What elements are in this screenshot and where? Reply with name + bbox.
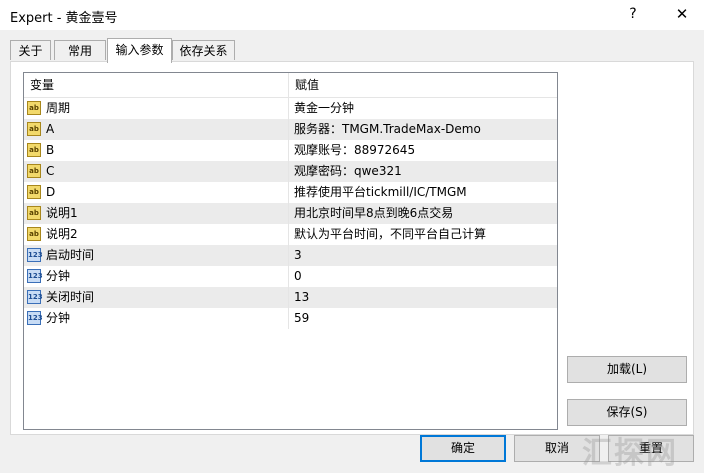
variable-cell[interactable]: 123 关闭时间 (24, 287, 289, 308)
value-cell[interactable]: 0 (289, 266, 557, 287)
string-type-icon: ab (27, 206, 41, 220)
grid-header: 变量 赋值 (24, 73, 557, 98)
value-cell[interactable]: 观摩密码：qwe321 (289, 161, 557, 182)
table-row[interactable]: ab B 观摩账号：88972645 (24, 140, 557, 161)
column-header-value[interactable]: 赋值 (289, 73, 557, 97)
tab-about[interactable]: 关于 (10, 40, 51, 60)
value-cell[interactable]: 3 (289, 245, 557, 266)
table-row[interactable]: 123 分钟 0 (24, 266, 557, 287)
string-type-icon: ab (27, 164, 41, 178)
value-cell[interactable]: 59 (289, 308, 557, 329)
variable-name: 启动时间 (46, 248, 95, 262)
string-type-icon: ab (27, 143, 41, 157)
variable-name: B (46, 143, 55, 157)
value-cell[interactable]: 推荐使用平台tickmill/IC/TMGM (289, 182, 557, 203)
variable-cell[interactable]: ab 说明2 (24, 224, 289, 245)
table-row[interactable]: ab C 观摩密码：qwe321 (24, 161, 557, 182)
variable-cell[interactable]: ab 周期 (24, 98, 289, 119)
variable-cell[interactable]: ab A (24, 119, 289, 140)
variable-name: 分钟 (46, 311, 71, 325)
value-cell[interactable]: 黄金一分钟 (289, 98, 557, 119)
string-type-icon: ab (27, 101, 41, 115)
variable-name: 分钟 (46, 269, 71, 283)
value-cell[interactable]: 用北京时间早8点到晚6点交易 (289, 203, 557, 224)
help-icon[interactable]: ? (618, 2, 648, 26)
table-row[interactable]: 123 启动时间 3 (24, 245, 557, 266)
table-row[interactable]: ab 说明2 默认为平台时间，不同平台自己计算 (24, 224, 557, 245)
tab-dependencies[interactable]: 依存关系 (172, 40, 235, 60)
window-title: Expert - 黄金壹号 (10, 11, 118, 26)
table-row[interactable]: ab 周期 黄金一分钟 (24, 98, 557, 119)
column-header-variable[interactable]: 变量 (24, 73, 289, 97)
number-type-icon: 123 (27, 248, 43, 262)
table-row[interactable]: ab 说明1 用北京时间早8点到晚6点交易 (24, 203, 557, 224)
close-icon[interactable]: ✕ (664, 2, 700, 26)
variable-name: A (46, 122, 55, 136)
variable-name: 说明2 (46, 227, 78, 241)
variable-cell[interactable]: 123 分钟 (24, 266, 289, 287)
value-cell[interactable]: 默认为平台时间，不同平台自己计算 (289, 224, 557, 245)
parameters-grid[interactable]: 变量 赋值 ab 周期 黄金一分钟 ab A 服务器：TMGM.TradeMax-Demo… (23, 72, 558, 430)
string-type-icon: ab (27, 122, 41, 136)
variable-cell[interactable]: ab C (24, 161, 289, 182)
string-type-icon: ab (27, 227, 41, 241)
number-type-icon: 123 (27, 290, 43, 304)
watermark-text: 汇探网 (582, 436, 678, 471)
string-type-icon: ab (27, 185, 41, 199)
variable-name: 说明1 (46, 206, 78, 220)
variable-name: 周期 (46, 101, 71, 115)
table-row[interactable]: ab A 服务器：TMGM.TradeMax-Demo (24, 119, 557, 140)
load-button[interactable]: 加载(L) (567, 356, 687, 383)
number-type-icon: 123 (27, 269, 43, 283)
variable-cell[interactable]: ab 说明1 (24, 203, 289, 224)
variable-name: D (46, 185, 56, 199)
variable-cell[interactable]: ab D (24, 182, 289, 203)
ok-button[interactable]: 确定 (420, 435, 506, 462)
table-row[interactable]: ab D 推荐使用平台tickmill/IC/TMGM (24, 182, 557, 203)
variable-cell[interactable]: ab B (24, 140, 289, 161)
variable-cell[interactable]: 123 分钟 (24, 308, 289, 329)
tab-common[interactable]: 常用 (54, 40, 106, 60)
variable-name: C (46, 164, 55, 178)
value-cell[interactable]: 观摩账号：88972645 (289, 140, 557, 161)
variable-cell[interactable]: 123 启动时间 (24, 245, 289, 266)
variable-name: 关闭时间 (46, 290, 95, 304)
value-cell[interactable]: 服务器：TMGM.TradeMax-Demo (289, 119, 557, 140)
value-cell[interactable]: 13 (289, 287, 557, 308)
number-type-icon: 123 (27, 311, 43, 325)
table-row[interactable]: 123 关闭时间 13 (24, 287, 557, 308)
save-button[interactable]: 保存(S) (567, 399, 687, 426)
tab-inputs[interactable]: 输入参数 (107, 38, 172, 63)
title-bar: Expert - 黄金壹号 ? ✕ (0, 0, 704, 30)
table-row[interactable]: 123 分钟 59 (24, 308, 557, 329)
